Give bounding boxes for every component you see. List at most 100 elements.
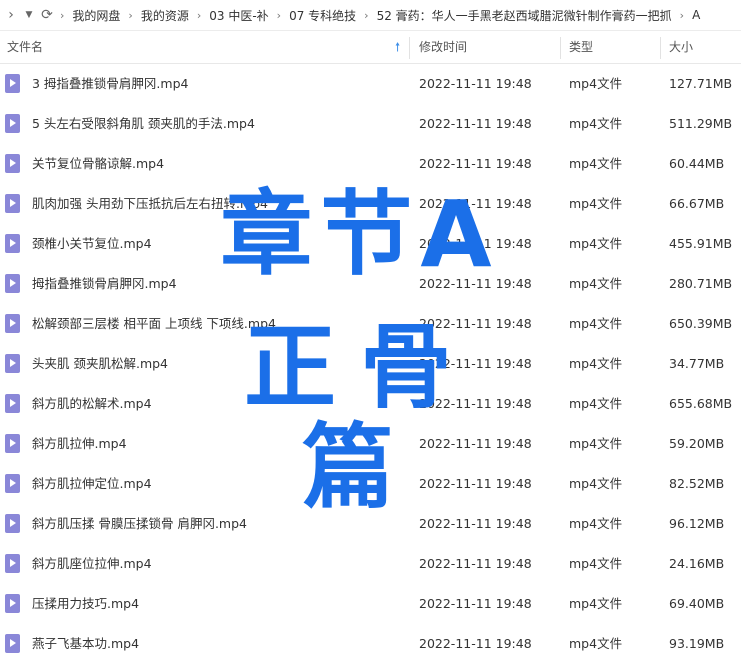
file-size: 280.71MB <box>669 276 733 291</box>
file-name: 5 头左右受限斜角肌 颈夹肌的手法.mp4 <box>32 116 255 131</box>
video-file-icon <box>5 194 20 213</box>
column-header-type[interactable]: 类型 <box>569 31 593 63</box>
file-size: 93.19MB <box>669 636 725 651</box>
file-size: 34.77MB <box>669 356 725 371</box>
video-file-icon <box>5 114 20 133</box>
file-time: 2022-11-11 19:48 <box>419 596 532 611</box>
file-type: mp4文件 <box>569 636 623 651</box>
file-name: 斜方肌拉伸定位.mp4 <box>32 476 152 491</box>
file-row[interactable]: 3 拇指叠推锁骨肩胛冈.mp4 2022-11-11 19:48 mp4文件 127.… <box>0 64 741 104</box>
file-time: 2022-11-11 19:48 <box>419 556 532 571</box>
file-size: 127.71MB <box>669 76 733 91</box>
file-type: mp4文件 <box>569 476 623 491</box>
address-bar: › ▼ ⟳ › 我的网盘 › 我的资源 › 03 中医-补 › 07 专科绝技 … <box>0 0 741 31</box>
file-time: 2022-11-11 19:48 <box>419 436 532 451</box>
forward-icon[interactable]: › <box>0 0 22 30</box>
file-row[interactable]: 压揉用力技巧.mp4 2022-11-11 19:48 mp4文件 69.40MB <box>0 584 741 624</box>
video-file-icon <box>5 514 20 533</box>
file-type: mp4文件 <box>569 116 623 131</box>
file-row[interactable]: 肌肉加强 头用劲下压抵抗后左右扭转.mp4 2022-11-11 19:48 mp4… <box>0 184 741 224</box>
file-row[interactable]: 5 头左右受限斜角肌 颈夹肌的手法.mp4 2022-11-11 19:48 mp4… <box>0 104 741 144</box>
breadcrumb-separator-icon: › <box>679 8 685 22</box>
file-size: 455.91MB <box>669 236 733 251</box>
file-name: 压揉用力技巧.mp4 <box>32 596 140 611</box>
sort-up-icon[interactable]: 🠕 <box>395 40 400 54</box>
file-time: 2022-11-11 19:48 <box>419 156 532 171</box>
column-header: 文件名 🠕 修改时间 类型 大小 <box>0 31 741 64</box>
breadcrumb-item-0[interactable]: 我的网盘 <box>66 7 126 24</box>
breadcrumb-item-4[interactable]: 52 膏药：华人一手黑老赵西域腊泥微针制作膏药一把抓 <box>371 7 678 24</box>
breadcrumb-separator-icon: › <box>60 8 65 22</box>
file-row[interactable]: 松解颈部三层楼 相平面 上项线 下项线.mp4 2022-11-11 19:48 m… <box>0 304 741 344</box>
file-type: mp4文件 <box>569 516 623 531</box>
video-file-icon <box>5 394 20 413</box>
breadcrumb-separator-icon: › <box>196 8 202 22</box>
file-name: 斜方肌座位拉伸.mp4 <box>32 556 152 571</box>
file-row[interactable]: 斜方肌拉伸定位.mp4 2022-11-11 19:48 mp4文件 82.52MB <box>0 464 741 504</box>
column-divider[interactable] <box>660 37 661 59</box>
file-name: 关节复位骨骼谅解.mp4 <box>32 156 165 171</box>
file-time: 2022-11-11 19:48 <box>419 276 532 291</box>
file-name: 松解颈部三层楼 相平面 上项线 下项线.mp4 <box>32 316 276 331</box>
column-header-time[interactable]: 修改时间 <box>419 31 467 63</box>
breadcrumb-item-5[interactable]: A <box>686 8 706 22</box>
file-size: 96.12MB <box>669 516 725 531</box>
breadcrumb-separator-icon: › <box>364 8 369 22</box>
file-size: 24.16MB <box>669 556 725 571</box>
file-type: mp4文件 <box>569 596 623 611</box>
file-name: 3 拇指叠推锁骨肩胛冈.mp4 <box>32 76 189 91</box>
video-file-icon <box>5 74 20 93</box>
file-size: 82.52MB <box>669 476 725 491</box>
video-file-icon <box>5 474 20 493</box>
video-file-icon <box>5 434 20 453</box>
file-name: 斜方肌拉伸.mp4 <box>32 436 127 451</box>
file-row[interactable]: 斜方肌拉伸.mp4 2022-11-11 19:48 mp4文件 59.20MB <box>0 424 741 464</box>
file-name: 斜方肌压揉 骨膜压揉锁骨 肩胛冈.mp4 <box>32 516 247 531</box>
column-header-name[interactable]: 文件名 <box>7 31 43 63</box>
file-size: 60.44MB <box>669 156 725 171</box>
column-divider[interactable] <box>560 37 561 59</box>
file-size: 650.39MB <box>669 316 733 331</box>
file-size: 59.20MB <box>669 436 725 451</box>
file-row[interactable]: 关节复位骨骼谅解.mp4 2022-11-11 19:48 mp4文件 60.44MB <box>0 144 741 184</box>
file-name: 颈椎小关节复位.mp4 <box>32 236 152 251</box>
file-name: 肌肉加强 头用劲下压抵抗后左右扭转.mp4 <box>32 196 269 211</box>
file-time: 2022-11-11 19:48 <box>419 116 532 131</box>
file-type: mp4文件 <box>569 436 623 451</box>
video-file-icon <box>5 154 20 173</box>
refresh-icon[interactable]: ⟳ <box>36 0 58 30</box>
file-name: 拇指叠推锁骨肩胛冈.mp4 <box>32 276 177 291</box>
file-row[interactable]: 燕子飞基本功.mp4 2022-11-11 19:48 mp4文件 93.19MB <box>0 624 741 664</box>
file-type: mp4文件 <box>569 236 623 251</box>
breadcrumb-item-1[interactable]: 我的资源 <box>135 7 195 24</box>
file-time: 2022-11-11 19:48 <box>419 76 532 91</box>
file-row[interactable]: 拇指叠推锁骨肩胛冈.mp4 2022-11-11 19:48 mp4文件 280.71… <box>0 264 741 304</box>
file-row[interactable]: 头夹肌 颈夹肌松解.mp4 2022-11-11 19:48 mp4文件 34.77M… <box>0 344 741 384</box>
file-row[interactable]: 斜方肌座位拉伸.mp4 2022-11-11 19:48 mp4文件 24.16MB <box>0 544 741 584</box>
file-row[interactable]: 斜方肌的松解术.mp4 2022-11-11 19:48 mp4文件 655.68MB <box>0 384 741 424</box>
video-file-icon <box>5 554 20 573</box>
video-file-icon <box>5 594 20 613</box>
column-divider[interactable] <box>409 37 410 59</box>
video-file-icon <box>5 234 20 253</box>
column-header-size[interactable]: 大小 <box>669 31 693 63</box>
file-type: mp4文件 <box>569 396 623 411</box>
video-file-icon <box>5 274 20 293</box>
file-time: 2022-11-11 19:48 <box>419 476 532 491</box>
file-type: mp4文件 <box>569 356 623 371</box>
breadcrumb-item-3[interactable]: 07 专科绝技 <box>283 7 362 24</box>
file-time: 2022-11-11 19:48 <box>419 636 532 651</box>
file-name: 斜方肌的松解术.mp4 <box>32 396 152 411</box>
breadcrumb-item-2[interactable]: 03 中医-补 <box>203 7 274 24</box>
file-time: 2022-11-11 19:48 <box>419 516 532 531</box>
file-row[interactable]: 斜方肌压揉 骨膜压揉锁骨 肩胛冈.mp4 2022-11-11 19:48 mp4文… <box>0 504 741 544</box>
file-type: mp4文件 <box>569 76 623 91</box>
file-size: 655.68MB <box>669 396 733 411</box>
file-time: 2022-11-11 19:48 <box>419 396 532 411</box>
chevron-down-icon[interactable]: ▼ <box>22 0 36 30</box>
file-size: 69.40MB <box>669 596 725 611</box>
file-type: mp4文件 <box>569 156 623 171</box>
breadcrumb-separator-icon: › <box>128 8 133 22</box>
file-row[interactable]: 颈椎小关节复位.mp4 2022-11-11 19:48 mp4文件 455.91MB <box>0 224 741 264</box>
file-time: 2022-11-11 19:48 <box>419 196 532 211</box>
